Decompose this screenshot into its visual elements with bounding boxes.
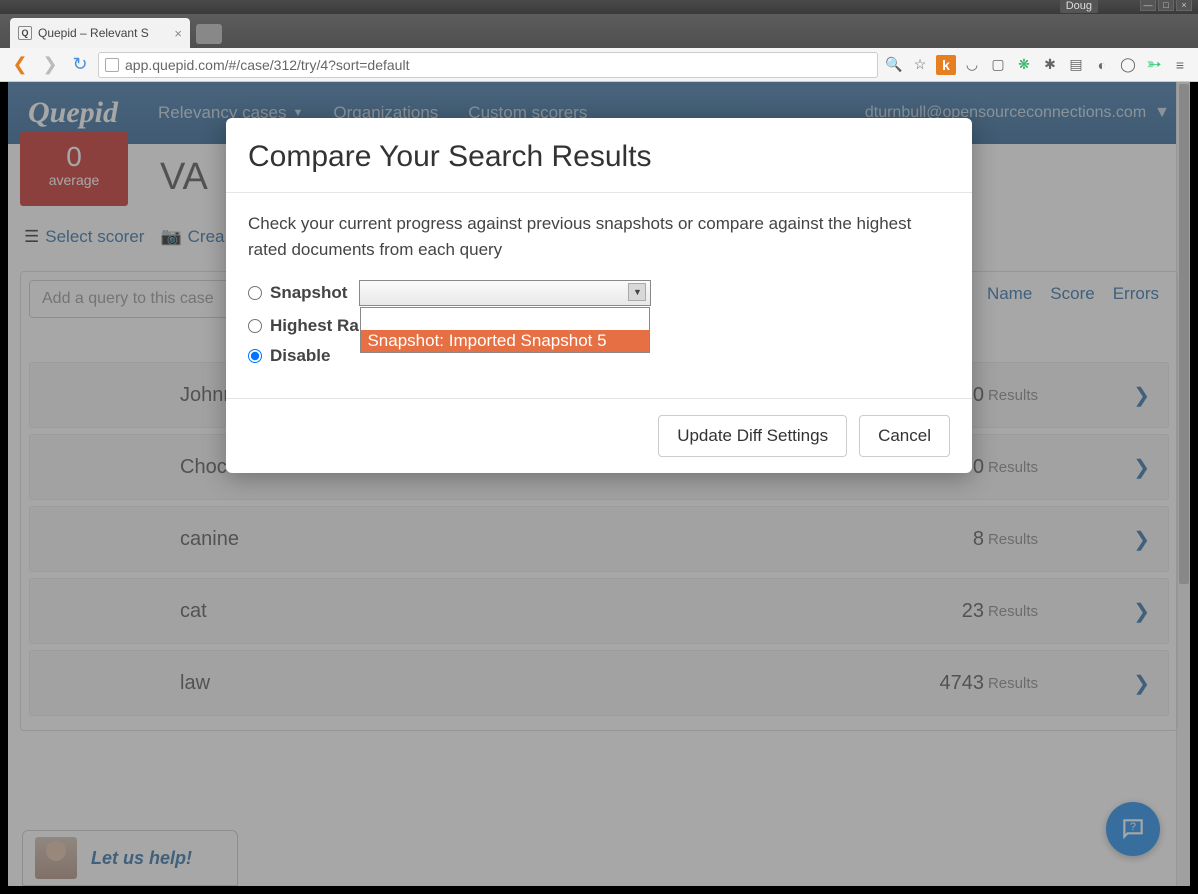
window-controls: — □ × [1140, 0, 1192, 11]
extension-asterisk-icon[interactable]: ✱ [1040, 55, 1060, 75]
favicon-icon: Q [18, 26, 32, 40]
modal-header: Compare Your Search Results [226, 118, 972, 193]
update-diff-button[interactable]: Update Diff Settings [658, 415, 847, 457]
browser-tabstrip: Q Quepid – Relevant S × [0, 14, 1198, 48]
zoom-icon[interactable]: 🔍 [884, 55, 904, 75]
radio-disable-input[interactable] [248, 349, 262, 363]
back-button[interactable]: ❮ [8, 53, 32, 77]
reload-button[interactable]: ↻ [68, 53, 92, 77]
os-username: Doug [1060, 0, 1098, 13]
extension-k-icon[interactable]: k [936, 55, 956, 75]
cast-icon[interactable]: ▢ [988, 55, 1008, 75]
browser-menu-icon[interactable]: ≡ [1170, 55, 1190, 75]
radio-snapshot-input[interactable] [248, 286, 262, 300]
snapshot-dropdown: Snapshot: Imported Snapshot 5 [360, 307, 650, 353]
modal-description: Check your current progress against prev… [248, 211, 950, 262]
star-icon[interactable]: ☆ [910, 55, 930, 75]
extension-circle-icon[interactable]: ◐ [1092, 55, 1112, 75]
modal-footer: Update Diff Settings Cancel [226, 398, 972, 473]
cancel-button[interactable]: Cancel [859, 415, 950, 457]
maximize-icon[interactable]: □ [1158, 0, 1174, 11]
radio-disable-label: Disable [270, 346, 330, 366]
browser-tab[interactable]: Q Quepid – Relevant S × [10, 18, 190, 48]
modal-overlay: Compare Your Search Results Check your c… [8, 82, 1190, 886]
snapshot-select[interactable]: ▼ Snapshot: Imported Snapshot 5 [359, 280, 651, 306]
tab-title: Quepid – Relevant S [38, 26, 149, 40]
new-tab-button[interactable] [196, 24, 222, 44]
viewport: Quepid Relevancy cases▼ Organizations Cu… [8, 82, 1190, 886]
forward-button[interactable]: ❯ [38, 53, 62, 77]
os-titlebar: Doug — □ × [0, 0, 1198, 14]
close-icon[interactable]: × [1176, 0, 1192, 11]
page-icon [105, 58, 119, 72]
extension-green-icon[interactable]: ❋ [1014, 55, 1034, 75]
extension-swoosh-icon[interactable]: ➳ [1144, 55, 1164, 75]
modal-body: Check your current progress against prev… [226, 193, 972, 398]
dropdown-option-snapshot[interactable]: Snapshot: Imported Snapshot 5 [361, 330, 649, 352]
modal-title: Compare Your Search Results [248, 140, 950, 174]
select-caret-icon: ▼ [628, 283, 646, 301]
extension-menu-icon[interactable]: ▤ [1066, 55, 1086, 75]
browser-toolbar: ❮ ❯ ↻ app.quepid.com/#/case/312/try/4?so… [0, 48, 1198, 82]
url-text: app.quepid.com/#/case/312/try/4?sort=def… [125, 57, 409, 73]
dropdown-option-blank[interactable] [361, 308, 649, 330]
radio-snapshot-label: Snapshot [270, 283, 347, 303]
pocket-icon[interactable]: ◡ [962, 55, 982, 75]
extension-chat-icon[interactable]: ◯ [1118, 55, 1138, 75]
radio-highest-label: Highest Ra [270, 316, 359, 336]
radio-snapshot[interactable]: Snapshot ▼ Snapshot: Imported Snapshot 5 [248, 280, 950, 306]
tab-close-icon[interactable]: × [174, 26, 182, 41]
radio-highest-input[interactable] [248, 319, 262, 333]
url-bar[interactable]: app.quepid.com/#/case/312/try/4?sort=def… [98, 52, 878, 78]
compare-modal: Compare Your Search Results Check your c… [226, 118, 972, 473]
minimize-icon[interactable]: — [1140, 0, 1156, 11]
